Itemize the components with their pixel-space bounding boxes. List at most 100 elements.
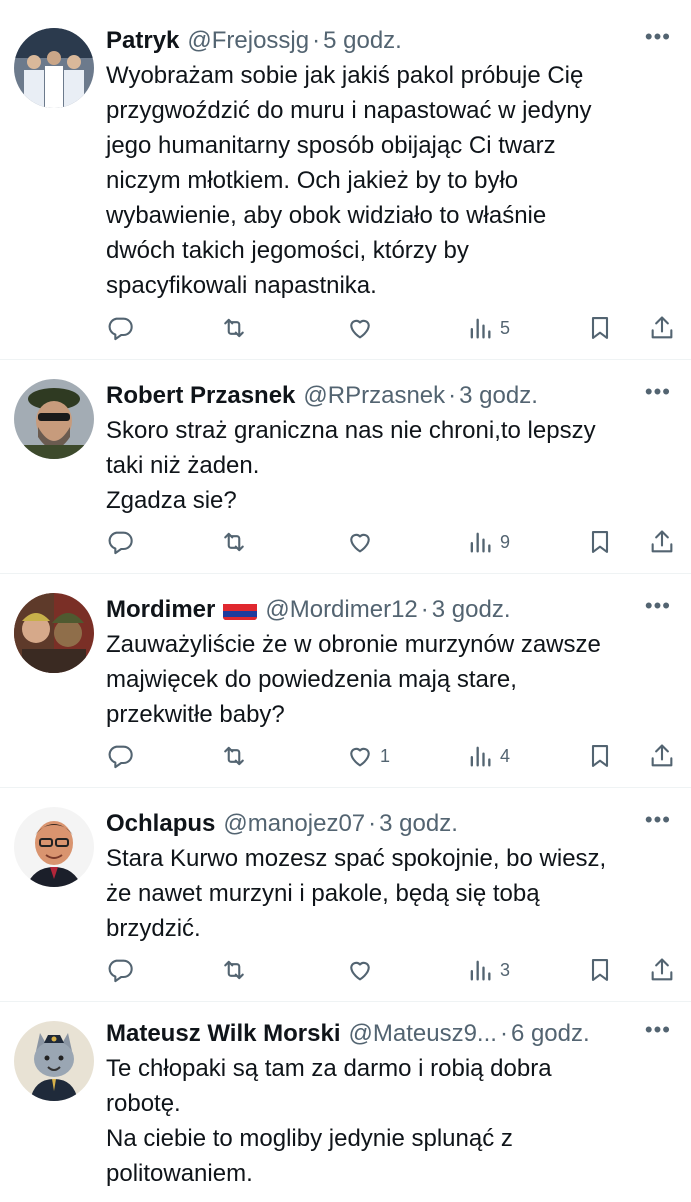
separator-dot: · bbox=[448, 382, 457, 409]
share-button[interactable] bbox=[648, 311, 676, 345]
reply-feed: Patryk @Frejossjg · 5 godz. ••• Wyobraża… bbox=[0, 0, 691, 1202]
tweet-actions: 3 bbox=[106, 953, 676, 987]
reply-button[interactable] bbox=[106, 739, 134, 773]
tweet-actions: 1 4 bbox=[106, 739, 676, 773]
retweet-button[interactable] bbox=[220, 525, 248, 559]
bookmark-button[interactable] bbox=[586, 739, 614, 773]
retweet-icon bbox=[224, 318, 244, 338]
tweet[interactable]: Mordimer @Mordimer12 · 3 godz. ••• Zauwa… bbox=[0, 574, 691, 788]
tweet-header: Ochlapus @manojez07 · 3 godz. bbox=[106, 807, 671, 841]
author-name[interactable]: Robert Przasnek bbox=[106, 379, 295, 413]
tweet-header: Mateusz Wilk Morski @Mateusz9... · 6 god… bbox=[106, 1017, 671, 1051]
tweet[interactable]: Robert Przasnek @RPrzasnek · 3 godz. •••… bbox=[0, 360, 691, 574]
like-button[interactable] bbox=[346, 525, 380, 559]
view-count: 5 bbox=[500, 317, 511, 338]
tweet-timestamp[interactable]: 5 godz. bbox=[323, 24, 402, 58]
tweet[interactable]: Mateusz Wilk Morski @Mateusz9... · 6 god… bbox=[0, 1002, 691, 1202]
views-icon bbox=[470, 532, 491, 553]
reply-button[interactable] bbox=[106, 953, 134, 987]
like-icon bbox=[350, 533, 370, 553]
reply-icon bbox=[108, 317, 133, 341]
author-name[interactable]: Ochlapus bbox=[106, 807, 215, 841]
reply-icon bbox=[108, 745, 133, 769]
share-icon bbox=[651, 316, 673, 339]
retweet-button[interactable] bbox=[220, 953, 248, 987]
flag-icon bbox=[223, 600, 258, 620]
bookmark-icon bbox=[591, 959, 609, 981]
share-icon bbox=[651, 530, 673, 553]
retweet-icon bbox=[224, 746, 244, 766]
share-icon bbox=[651, 958, 673, 981]
author-handle[interactable]: @Frejossjg bbox=[187, 24, 309, 58]
views-icon bbox=[470, 746, 491, 767]
author-handle[interactable]: @Mateusz9... bbox=[349, 1017, 497, 1051]
reply-button[interactable] bbox=[106, 311, 134, 345]
views-button[interactable]: 4 bbox=[466, 739, 510, 773]
reply-icon bbox=[108, 531, 133, 555]
tweet-header: Mordimer @Mordimer12 · 3 godz. bbox=[106, 593, 671, 627]
separator-dot: · bbox=[420, 596, 429, 623]
tweet-header: Robert Przasnek @RPrzasnek · 3 godz. bbox=[106, 379, 671, 413]
bookmark-icon bbox=[591, 531, 609, 553]
avatar[interactable] bbox=[14, 593, 94, 673]
retweet-button[interactable] bbox=[220, 311, 248, 345]
bookmark-icon bbox=[591, 745, 609, 767]
separator-dot: · bbox=[368, 810, 377, 837]
like-icon bbox=[350, 319, 370, 339]
like-button[interactable] bbox=[346, 311, 380, 345]
views-icon bbox=[470, 960, 491, 981]
views-button[interactable]: 3 bbox=[466, 953, 510, 987]
bookmark-icon bbox=[591, 317, 609, 339]
like-button[interactable]: 1 bbox=[346, 739, 390, 773]
author-name[interactable]: Patryk bbox=[106, 24, 179, 58]
more-options-icon[interactable]: ••• bbox=[645, 24, 671, 50]
like-icon bbox=[350, 961, 370, 981]
tweet-text: Zauważyliście że w obronie murzynów zaws… bbox=[106, 631, 601, 728]
bookmark-button[interactable] bbox=[586, 311, 614, 345]
author-handle[interactable]: @RPrzasnek bbox=[303, 379, 445, 413]
tweet-text: Skoro straż graniczna nas nie chroni,to … bbox=[106, 417, 596, 514]
tweet-timestamp[interactable]: 3 godz. bbox=[432, 593, 511, 627]
more-options-icon[interactable]: ••• bbox=[645, 807, 671, 833]
avatar[interactable] bbox=[14, 379, 94, 459]
tweet-timestamp[interactable]: 6 godz. bbox=[511, 1017, 590, 1051]
more-options-icon[interactable]: ••• bbox=[645, 379, 671, 405]
like-count: 1 bbox=[380, 745, 391, 766]
author-name[interactable]: Mateusz Wilk Morski bbox=[106, 1017, 341, 1051]
share-button[interactable] bbox=[648, 739, 676, 773]
views-button[interactable]: 5 bbox=[466, 311, 510, 345]
like-button[interactable] bbox=[346, 953, 380, 987]
tweet-actions: 5 bbox=[106, 311, 676, 345]
separator-dot: · bbox=[312, 27, 321, 54]
author-handle[interactable]: @Mordimer12 bbox=[265, 593, 417, 627]
tweet-header: Patryk @Frejossjg · 5 godz. bbox=[106, 24, 671, 58]
tweet[interactable]: Patryk @Frejossjg · 5 godz. ••• Wyobraża… bbox=[0, 0, 691, 360]
reply-icon bbox=[108, 959, 133, 983]
bookmark-button[interactable] bbox=[586, 525, 614, 559]
retweet-button[interactable] bbox=[220, 739, 248, 773]
avatar[interactable] bbox=[14, 28, 94, 108]
more-options-icon[interactable]: ••• bbox=[645, 1017, 671, 1043]
tweet-timestamp[interactable]: 3 godz. bbox=[459, 379, 538, 413]
avatar[interactable] bbox=[14, 1021, 94, 1101]
views-button[interactable]: 9 bbox=[466, 525, 510, 559]
tweet-actions: 9 bbox=[106, 525, 676, 559]
share-button[interactable] bbox=[648, 953, 676, 987]
view-count: 3 bbox=[500, 959, 511, 980]
bookmark-button[interactable] bbox=[586, 953, 614, 987]
retweet-icon bbox=[224, 532, 244, 552]
tweet-text: Stara Kurwo mozesz spać spokojnie, bo wi… bbox=[106, 845, 607, 942]
author-name[interactable]: Mordimer bbox=[106, 593, 215, 627]
tweet[interactable]: Ochlapus @manojez07 · 3 godz. ••• Stara … bbox=[0, 788, 691, 1002]
tweet-timestamp[interactable]: 3 godz. bbox=[379, 807, 458, 841]
reply-button[interactable] bbox=[106, 525, 134, 559]
avatar[interactable] bbox=[14, 807, 94, 887]
author-handle[interactable]: @manojez07 bbox=[223, 807, 365, 841]
more-options-icon[interactable]: ••• bbox=[645, 593, 671, 619]
retweet-icon bbox=[224, 960, 244, 980]
share-icon bbox=[651, 744, 673, 767]
view-count: 9 bbox=[500, 531, 511, 552]
views-icon bbox=[470, 318, 491, 339]
share-button[interactable] bbox=[648, 525, 676, 559]
like-icon bbox=[350, 747, 370, 767]
